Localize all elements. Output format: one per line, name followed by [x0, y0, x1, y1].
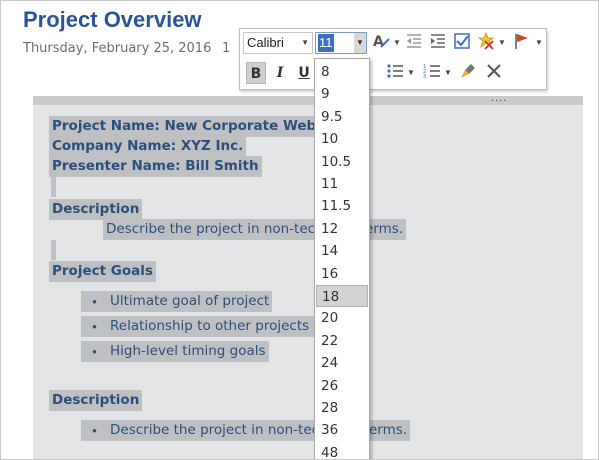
increase-indent-icon[interactable] — [428, 32, 448, 54]
company-name-line[interactable]: Company Name: XYZ Inc. — [49, 136, 247, 157]
close-icon[interactable] — [484, 62, 504, 84]
clear-formatting-icon[interactable] — [476, 31, 496, 54]
bullet-marker: • — [81, 341, 108, 362]
chevron-down-icon[interactable]: ▼ — [407, 62, 415, 84]
onenote-page: Project Overview Thursday, February 25, … — [0, 0, 599, 460]
empty-line-marker — [51, 177, 56, 197]
chevron-down-icon[interactable]: ▼ — [301, 33, 309, 53]
font-size-option[interactable]: 18 — [316, 285, 368, 307]
note-container-handle-bar[interactable]: .... — [33, 92, 583, 105]
font-size-option[interactable]: 14 — [316, 240, 368, 262]
svg-text:3: 3 — [423, 74, 426, 80]
note-container[interactable]: .... Project Name: New Corporate Website… — [33, 92, 583, 459]
description-heading[interactable]: Description — [49, 390, 143, 411]
mini-formatting-toolbar: Calibri ▼ 11 ▼ A ▼ ▼ ▼ B I U ▼ 1 2 3 ▼ — [239, 28, 547, 90]
numbering-icon[interactable]: 123 — [422, 62, 442, 84]
chevron-down-icon[interactable]: ▼ — [444, 62, 452, 84]
font-size-option[interactable]: 8 — [316, 61, 368, 83]
font-name-combo[interactable]: Calibri ▼ — [243, 32, 313, 54]
bullet-marker: • — [81, 291, 108, 312]
font-size-option[interactable]: 9 — [316, 83, 368, 105]
svg-text:A: A — [373, 34, 384, 50]
chevron-down-icon[interactable]: ▼ — [535, 32, 543, 54]
italic-button[interactable]: I — [270, 62, 290, 84]
flag-icon[interactable] — [512, 32, 532, 54]
font-size-option[interactable]: 36 — [316, 419, 368, 441]
bullet-marker: • — [81, 316, 108, 337]
bullets-icon[interactable] — [385, 62, 405, 84]
font-size-value[interactable]: 11 — [318, 34, 334, 52]
bold-button[interactable]: B — [246, 62, 266, 84]
font-size-option[interactable]: 10.5 — [316, 151, 368, 173]
page-time: 1 — [222, 41, 231, 56]
to-do-tag-icon[interactable] — [452, 32, 472, 54]
font-size-option[interactable]: 11 — [316, 173, 368, 195]
format-painter-icon[interactable] — [458, 62, 478, 84]
description-heading[interactable]: Description — [49, 199, 143, 220]
bullet-marker: • — [81, 420, 108, 441]
font-size-option[interactable]: 22 — [316, 330, 368, 352]
font-size-option[interactable]: 11.5 — [316, 195, 368, 217]
font-size-option[interactable]: 48 — [316, 442, 368, 459]
chevron-down-icon[interactable]: ▼ — [498, 32, 506, 54]
page-date: Thursday, February 25, 2016 — [23, 41, 212, 56]
font-size-option[interactable]: 16 — [316, 263, 368, 285]
styles-icon[interactable]: A — [371, 32, 391, 54]
chevron-down-icon[interactable]: ▼ — [393, 32, 401, 54]
font-size-option[interactable]: 9.5 — [316, 106, 368, 128]
decrease-indent-icon[interactable] — [404, 32, 424, 54]
goal-item[interactable]: High-level timing goals — [107, 341, 269, 362]
font-name-value: Calibri — [247, 35, 284, 50]
goal-item[interactable]: Relationship to other projects — [107, 316, 317, 337]
empty-line-marker — [51, 240, 56, 260]
font-size-option[interactable]: 12 — [316, 218, 368, 240]
page-title[interactable]: Project Overview — [23, 7, 202, 33]
font-size-option[interactable]: 26 — [316, 375, 368, 397]
font-size-dropdown-list[interactable]: 8 9 9.5 10 10.5 11 11.5 12 14 16 18 20 22 24 26 28 36 48 — [314, 58, 370, 459]
chevron-down-icon[interactable]: ▼ — [354, 33, 366, 53]
font-size-combo[interactable]: 11 ▼ — [315, 32, 367, 54]
project-goals-heading[interactable]: Project Goals — [49, 261, 156, 282]
project-name-line[interactable]: Project Name: New Corporate Website — [49, 116, 344, 137]
drag-handle-icon[interactable]: .... — [491, 92, 507, 104]
underline-button[interactable]: U — [294, 62, 314, 84]
font-size-option[interactable]: 24 — [316, 352, 368, 374]
font-size-option[interactable]: 28 — [316, 397, 368, 419]
goal-item[interactable]: Ultimate goal of project — [107, 291, 273, 312]
font-size-option[interactable]: 20 — [316, 307, 368, 329]
presenter-name-line[interactable]: Presenter Name: Bill Smith — [49, 156, 262, 177]
font-size-option[interactable]: 10 — [316, 128, 368, 150]
